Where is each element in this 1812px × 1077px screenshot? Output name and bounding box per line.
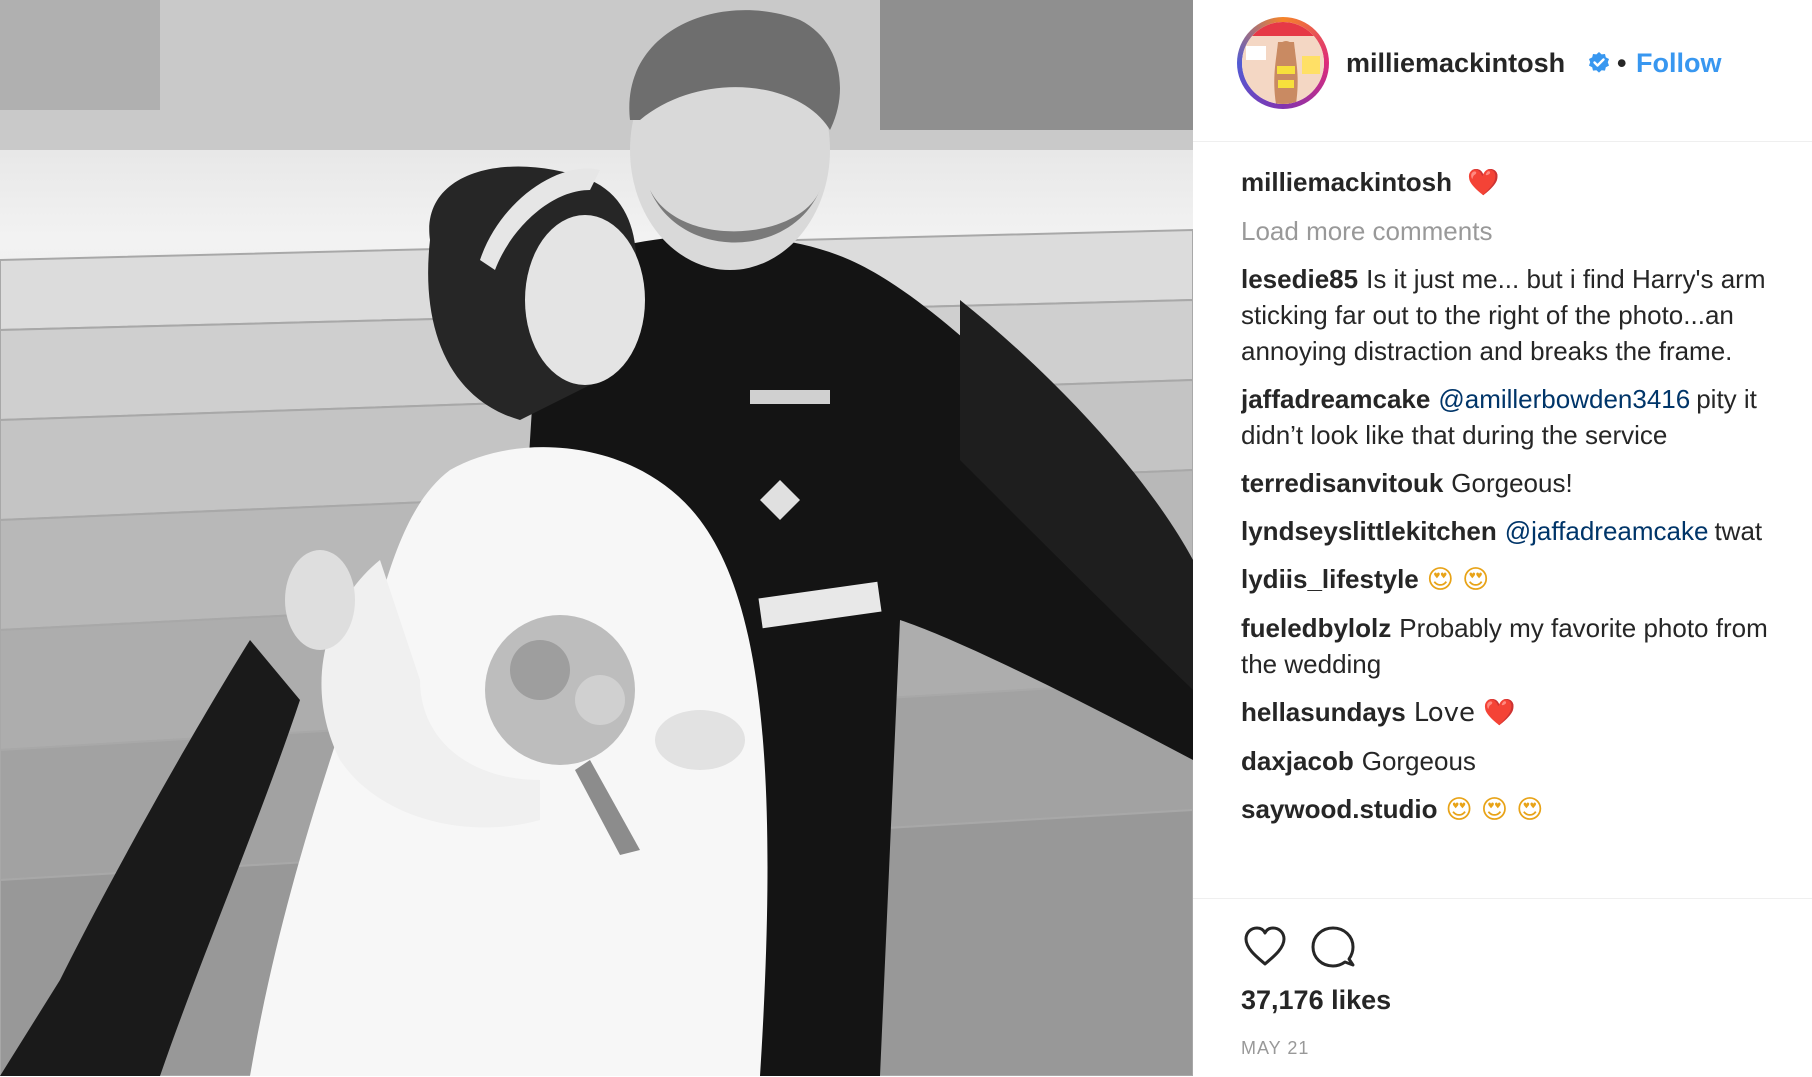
comment-mention[interactable]: @jaffadreamcake — [1505, 516, 1709, 546]
post-caption: milliemackintosh ❤️ — [1241, 164, 1801, 201]
comment-text: Gorgeous — [1361, 746, 1476, 776]
comment-text: twat — [1714, 516, 1763, 546]
comment-username[interactable]: saywood.studio — [1241, 794, 1437, 824]
post-date[interactable]: MAY 21 — [1241, 1038, 1309, 1059]
comment-item: hellasundays Love ❤️ — [1241, 694, 1801, 731]
comment-item: fueledbylolz Probably my favorite photo f… — [1241, 610, 1801, 682]
comment-item: lesedie85 Is it just me... but i find Har… — [1241, 261, 1801, 369]
comment-username[interactable]: lydiis_lifestyle — [1241, 564, 1419, 594]
comment-item: daxjacob Gorgeous — [1241, 743, 1801, 779]
caption-text: ❤️ — [1467, 168, 1500, 198]
follow-button[interactable]: Follow — [1636, 48, 1721, 79]
comment-text: Love ❤️ — [1413, 698, 1516, 728]
heart-outline-icon[interactable] — [1241, 923, 1289, 971]
comment-username[interactable]: hellasundays — [1241, 697, 1406, 727]
instagram-post: milliemackintosh • Follow milliemackinto… — [0, 0, 1812, 1076]
comments-list[interactable]: milliemackintosh ❤️ Load more comments l… — [1241, 158, 1801, 898]
speech-bubble-icon[interactable] — [1309, 923, 1357, 971]
comment-text: 😍 😍 😍 — [1445, 795, 1544, 825]
comment-username[interactable]: daxjacob — [1241, 746, 1354, 776]
verified-badge-icon — [1587, 51, 1611, 80]
wedding-photo-illustration — [0, 0, 1193, 1076]
comment-item: saywood.studio 😍 😍 😍 — [1241, 791, 1801, 828]
comment-username[interactable]: lesedie85 — [1241, 264, 1358, 294]
magazine-cover-avatar — [1242, 22, 1324, 104]
avatar-story-ring[interactable] — [1237, 17, 1329, 109]
post-photo[interactable] — [0, 0, 1193, 1076]
comment-username[interactable]: lyndseyslittlekitchen — [1241, 516, 1497, 546]
comment-text: 😍 😍 — [1426, 565, 1490, 595]
comment-item: lydiis_lifestyle 😍 😍 — [1241, 561, 1801, 598]
comment-item: jaffadreamcake @amillerbowden3416 pity it … — [1241, 381, 1801, 453]
post-actions-footer: 37,176 likes MAY 21 — [1193, 898, 1812, 1077]
comment-username[interactable]: fueledbylolz — [1241, 613, 1391, 643]
comment-item: terredisanvitouk Gorgeous! — [1241, 465, 1801, 501]
comment-username[interactable]: jaffadreamcake — [1241, 384, 1430, 414]
comment-item: lyndseyslittlekitchen @jaffadreamcake twat — [1241, 513, 1801, 549]
comment-mention[interactable]: @amillerbowden3416 — [1438, 384, 1690, 414]
likes-count[interactable]: 37,176 likes — [1241, 985, 1391, 1016]
header-separator: • — [1617, 48, 1627, 78]
avatar[interactable] — [1242, 22, 1324, 104]
author-username[interactable]: milliemackintosh — [1346, 48, 1565, 79]
comment-username[interactable]: terredisanvitouk — [1241, 468, 1443, 498]
caption-username[interactable]: milliemackintosh — [1241, 167, 1452, 197]
load-more-comments-button[interactable]: Load more comments — [1241, 213, 1801, 249]
post-side-panel: milliemackintosh • Follow milliemackinto… — [1193, 0, 1812, 1076]
comment-text: Gorgeous! — [1451, 468, 1573, 498]
post-header: milliemackintosh • Follow — [1193, 0, 1812, 142]
